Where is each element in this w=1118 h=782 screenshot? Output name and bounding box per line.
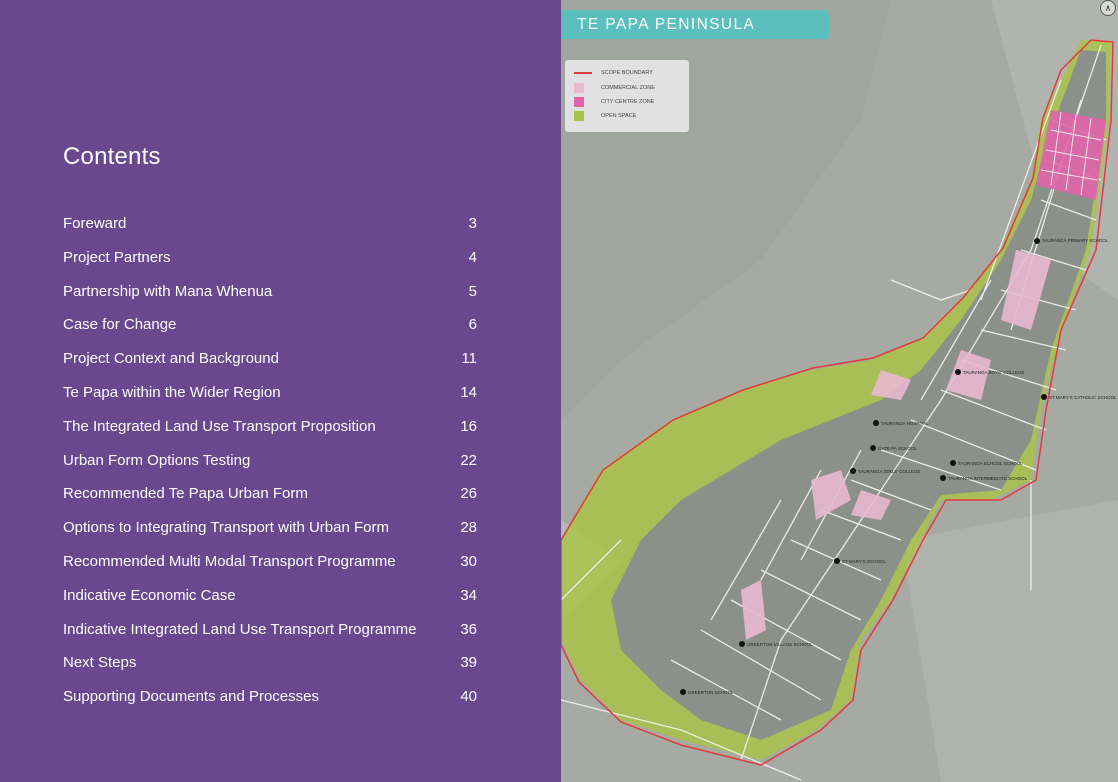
school-marker (1041, 394, 1047, 400)
school-marker (680, 689, 686, 695)
toc-item-label: Indicative Integrated Land Use Transport… (63, 620, 417, 638)
toc-item-label: Supporting Documents and Processes (63, 688, 319, 706)
school-label: TAURANGA HOSPITAL (881, 421, 929, 426)
school-label: TAURANGA INTERMEDIATE SCHOOL (948, 476, 1028, 481)
toc-item[interactable]: Case for Change 6 (63, 313, 477, 347)
toc-item[interactable]: Indicative Integrated Land Use Transport… (63, 618, 477, 652)
toc-item-page: 36 (460, 620, 477, 638)
map-legend: SCOPE BOUNDARY COMMERCIAL ZONE CITY CENT… (565, 60, 689, 132)
toc-item-label: Recommended Multi Modal Transport Progra… (63, 552, 396, 570)
school-marker (870, 445, 876, 451)
legend-item-city-centre-zone: CITY CENTRE ZONE (574, 97, 654, 107)
toc-item[interactable]: Project Context and Background 11 (63, 347, 477, 381)
contents-title: Contents (63, 143, 161, 170)
school-label: GATE PA SCHOOL (878, 446, 917, 451)
toc-item[interactable]: Next Steps 39 (63, 651, 477, 685)
toc-item-label: Case for Change (63, 316, 177, 334)
toc-item-label: Recommended Te Papa Urban Form (63, 485, 308, 503)
toc-item[interactable]: The Integrated Land Use Transport Propos… (63, 415, 477, 449)
toc-item-page: 16 (460, 417, 477, 435)
school-marker (873, 420, 879, 426)
toc-item[interactable]: Supporting Documents and Processes 40 (63, 685, 477, 719)
legend-label: COMMERCIAL ZONE (601, 85, 655, 91)
toc-item-label: Indicative Economic Case (63, 586, 236, 604)
toc-item-page: 22 (460, 451, 477, 469)
toc-item[interactable]: Indicative Economic Case 34 (63, 584, 477, 618)
school-label: TAURANGA BOYS' COLLEGE (963, 370, 1025, 375)
school-label: TAURANGA SCHOOL SCHOOL (958, 461, 1023, 466)
toc-item-page: 4 (468, 248, 477, 266)
school-marker (940, 475, 946, 481)
scope-boundary-line-icon (574, 72, 592, 74)
legend-label: SCOPE BOUNDARY (601, 70, 653, 76)
toc-item-page: 26 (460, 485, 477, 503)
toc-item-page: 5 (468, 282, 477, 300)
map-panel: TE PAPA PENINSULA SCOPE BOUNDARY COMMERC… (561, 0, 1118, 782)
toc-item-page: 28 (460, 519, 477, 537)
toc-item-page: 3 (468, 215, 477, 232)
school-label: GREERTON SCHOOL (688, 690, 734, 695)
toc-item[interactable]: Recommended Te Papa Urban Form 26 (63, 482, 477, 516)
toc-item[interactable]: Project Partners 4 (63, 246, 477, 280)
school-marker (739, 641, 745, 647)
toc-item-page: 40 (460, 688, 477, 706)
table-of-contents: Foreward 3 Project Partners 4 Partnership wi… (63, 212, 477, 719)
school-label: ST MARY'S CATHOLIC SCHOOL (1049, 395, 1117, 400)
toc-item[interactable]: Te Papa within the Wider Region 14 (63, 381, 477, 415)
toc-item-page: 34 (460, 586, 477, 604)
toc-item[interactable]: Partnership with Mana Whenua 5 (63, 280, 477, 314)
toc-item-page: 30 (460, 552, 477, 570)
legend-label: CITY CENTRE ZONE (601, 99, 655, 105)
legend-item-scope-boundary: SCOPE BOUNDARY (574, 70, 653, 76)
toc-item[interactable]: Foreward 3 (63, 212, 477, 246)
legend-item-open-space: OPEN SPACE (574, 111, 636, 121)
legend-item-commercial-zone: COMMERCIAL ZONE (574, 83, 655, 93)
school-label: ST MARY'S SCHOOL (842, 559, 886, 564)
toc-item[interactable]: Options to Integrating Transport with Ur… (63, 516, 477, 550)
toc-item-label: Partnership with Mana Whenua (63, 282, 273, 300)
school-marker (950, 460, 956, 466)
toc-item-label: Project Partners (63, 248, 171, 266)
toc-item-label: Te Papa within the Wider Region (63, 383, 281, 401)
commercial-zone-swatch-icon (574, 83, 584, 93)
legend-label: OPEN SPACE (601, 113, 637, 119)
school-marker (1034, 238, 1040, 244)
school-marker (955, 369, 961, 375)
toc-item-page: 39 (460, 654, 477, 672)
toc-item-label: The Integrated Land Use Transport Propos… (63, 417, 376, 435)
city-centre-zone-swatch-icon (574, 97, 584, 107)
school-label: TAURANGA PRIMARY SCHOOL (1042, 238, 1109, 243)
toc-item-page: 11 (461, 350, 477, 368)
toc-item-page: 6 (468, 316, 477, 334)
toc-item[interactable]: Urban Form Options Testing 22 (63, 449, 477, 483)
toc-item-label: Next Steps (63, 654, 137, 672)
toc-item-label: Options to Integrating Transport with Ur… (63, 519, 389, 537)
open-space-swatch-icon (574, 111, 584, 121)
toc-item[interactable]: Recommended Multi Modal Transport Progra… (63, 550, 477, 584)
toc-item-label: Foreward (63, 215, 127, 232)
north-arrow-icon: ∧ (1100, 0, 1116, 16)
map-title-tab: TE PAPA PENINSULA (561, 10, 830, 39)
contents-panel: Contents Foreward 3 Project Partners 4 Partn… (0, 0, 561, 782)
school-label: TAURANGA GIRLS' COLLEGE (858, 469, 921, 474)
toc-item-label: Project Context and Background (63, 350, 279, 368)
toc-item-page: 14 (460, 383, 477, 401)
school-marker (834, 558, 840, 564)
school-label: GREERTON VILLAGE SCHOOL (747, 642, 813, 647)
school-marker (850, 468, 856, 474)
toc-item-label: Urban Form Options Testing (63, 451, 251, 469)
